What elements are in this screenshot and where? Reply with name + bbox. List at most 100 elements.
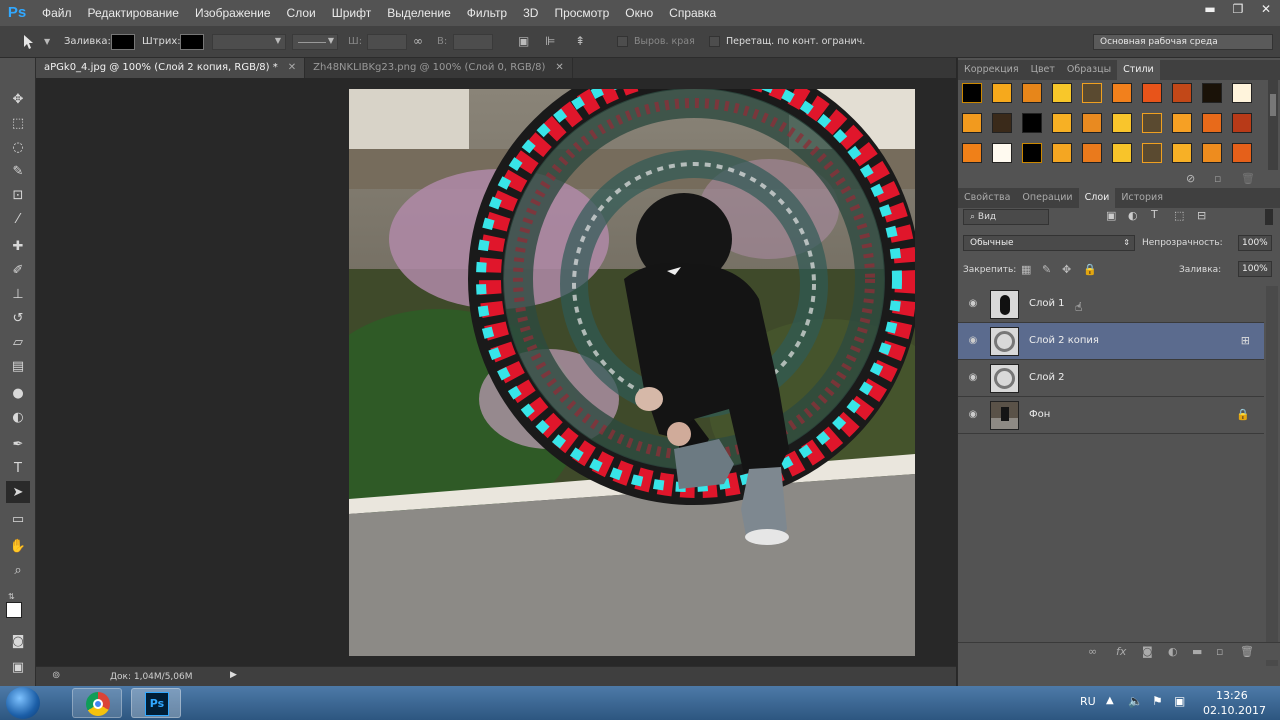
tab-history[interactable]: История (1115, 188, 1169, 208)
fill-field[interactable]: 100% (1238, 261, 1272, 277)
eye-icon[interactable]: ◉ (967, 298, 979, 310)
style-swatch[interactable] (1232, 113, 1252, 133)
link-layers-icon[interactable]: ∞ (1088, 645, 1097, 658)
layer-row[interactable]: ◉ Слой 2 копия ⊞ (958, 323, 1264, 360)
style-swatch[interactable] (1232, 83, 1252, 103)
type-filter-icon[interactable]: T (1151, 208, 1158, 221)
fx-icon[interactable]: fx (1116, 645, 1126, 658)
foreground-color-swatch[interactable] (6, 602, 22, 618)
photoshop-taskbar-button[interactable]: Ps (131, 688, 181, 718)
zoom-tool-icon[interactable]: ⌕ (6, 559, 30, 581)
smart-object-filter-icon[interactable]: ⊟ (1197, 209, 1206, 222)
layer-row[interactable]: ◉ Фон 🔒 (958, 397, 1264, 434)
menu-edit[interactable]: Редактирование (80, 0, 187, 26)
document-canvas[interactable] (349, 89, 915, 656)
menu-file[interactable]: Файл (34, 0, 80, 26)
layer-filter-dropdown[interactable]: ⌕ Вид (963, 209, 1049, 225)
menu-type[interactable]: Шрифт (324, 0, 379, 26)
stroke-type-dropdown[interactable]: ▼ (292, 34, 338, 50)
path-arrangement-icon[interactable]: ⇞ (575, 34, 585, 48)
style-swatch[interactable] (1052, 83, 1072, 103)
eye-icon[interactable]: ◉ (967, 372, 979, 384)
crop-tool-icon[interactable]: ⊡ (6, 184, 30, 206)
style-swatch[interactable] (1142, 143, 1162, 163)
style-swatch[interactable] (1052, 113, 1072, 133)
eye-icon[interactable]: ◉ (967, 409, 979, 421)
brush-tool-icon[interactable]: ✐ (6, 259, 30, 281)
history-brush-tool-icon[interactable]: ↺ (6, 307, 30, 329)
style-swatch[interactable] (962, 113, 982, 133)
tab-color[interactable]: Цвет (1025, 60, 1061, 80)
eye-icon[interactable]: ◉ (967, 335, 979, 347)
lock-all-icon[interactable]: 🔒 (1083, 263, 1097, 276)
tab-adjustments[interactable]: Коррекция (958, 60, 1025, 80)
lock-pixels-icon[interactable]: ✎ (1042, 263, 1051, 276)
layer-row[interactable]: ◉ Слой 1 ☝ (958, 286, 1264, 323)
status-menu-arrow-icon[interactable]: ▶ (230, 670, 237, 680)
menu-image[interactable]: Изображение (187, 0, 279, 26)
action-center-icon[interactable]: ⚑ (1152, 694, 1163, 708)
style-swatch[interactable] (1112, 83, 1132, 103)
style-swatch[interactable] (1022, 143, 1042, 163)
volume-icon[interactable]: 🔈 (1128, 694, 1143, 708)
eraser-tool-icon[interactable]: ▱ (6, 331, 30, 353)
blur-tool-icon[interactable]: ● (6, 382, 30, 404)
constrain-checkbox[interactable] (709, 36, 720, 47)
style-swatch[interactable] (1232, 143, 1252, 163)
layers-scrollbar[interactable] (1266, 286, 1278, 666)
clone-stamp-tool-icon[interactable]: ⊥ (6, 283, 30, 305)
restore-icon[interactable]: ❐ (1224, 0, 1252, 20)
eyedropper-tool-icon[interactable]: ⁄ (6, 208, 30, 230)
path-select-arrow-icon[interactable] (20, 34, 36, 50)
style-swatch[interactable] (1172, 113, 1192, 133)
menu-layers[interactable]: Слои (279, 0, 324, 26)
style-swatch[interactable] (1112, 143, 1132, 163)
new-group-icon[interactable]: ▬ (1192, 645, 1202, 658)
style-swatch[interactable] (1112, 113, 1132, 133)
fill-swatch[interactable] (111, 34, 135, 50)
document-info-icon[interactable]: ⊚ (52, 670, 60, 681)
style-swatch[interactable] (1202, 113, 1222, 133)
stroke-swatch[interactable] (180, 34, 204, 50)
link-icon[interactable]: ∞ (413, 34, 423, 48)
style-swatch[interactable] (1022, 113, 1042, 133)
tab-document-1[interactable]: aPGk0_4.jpg @ 100% (Слой 2 копия, RGB/8)… (36, 58, 306, 78)
new-layer-icon[interactable]: ▫ (1216, 645, 1223, 658)
adjustment-layer-icon[interactable]: ◐ (1168, 645, 1178, 658)
path-operations-icon[interactable]: ▣ (518, 34, 529, 48)
menu-help[interactable]: Справка (661, 0, 724, 26)
lasso-tool-icon[interactable]: ◌ (6, 136, 30, 158)
new-style-icon[interactable]: ▫ (1214, 172, 1221, 185)
gradient-tool-icon[interactable]: ▤ (6, 355, 30, 377)
style-swatch[interactable] (1082, 83, 1102, 103)
language-indicator[interactable]: RU (1080, 695, 1096, 708)
network-icon[interactable]: ▣ (1174, 694, 1185, 708)
blend-mode-dropdown[interactable]: Обычные ⇕ (963, 235, 1135, 251)
style-swatch[interactable] (992, 113, 1012, 133)
style-swatch[interactable] (1172, 83, 1192, 103)
tab-properties[interactable]: Свойства (958, 188, 1016, 208)
adjustment-filter-icon[interactable]: ◐ (1128, 209, 1138, 222)
pen-tool-icon[interactable]: ✒ (6, 433, 30, 455)
quick-select-tool-icon[interactable]: ✎ (6, 160, 30, 182)
delete-style-icon[interactable]: 🗑 (1241, 172, 1255, 185)
clock-date[interactable]: 02.10.2017 (1203, 704, 1266, 717)
style-swatch[interactable] (1172, 143, 1192, 163)
filter-toggle[interactable] (1265, 209, 1273, 225)
tab-swatches[interactable]: Образцы (1061, 60, 1117, 80)
menu-select[interactable]: Выделение (379, 0, 459, 26)
style-swatch[interactable] (962, 143, 982, 163)
hand-tool-icon[interactable]: ✋ (6, 535, 30, 557)
marquee-tool-icon[interactable]: ⬚ (6, 112, 30, 134)
style-swatch[interactable] (992, 83, 1012, 103)
tab-document-2[interactable]: Zh48NKLIBKg23.png @ 100% (Слой 0, RGB/8)… (305, 58, 573, 78)
delete-layer-icon[interactable]: 🗑 (1240, 645, 1254, 658)
styles-scrollbar[interactable] (1268, 80, 1278, 170)
windows-start-icon[interactable] (6, 687, 40, 719)
minimize-icon[interactable]: ▬ (1196, 0, 1224, 20)
style-swatch[interactable] (992, 143, 1012, 163)
style-swatch[interactable] (1142, 113, 1162, 133)
lock-position-icon[interactable]: ✥ (1062, 263, 1071, 276)
menu-3d[interactable]: 3D (515, 0, 546, 26)
no-style-icon[interactable]: ⊘ (1186, 172, 1195, 185)
